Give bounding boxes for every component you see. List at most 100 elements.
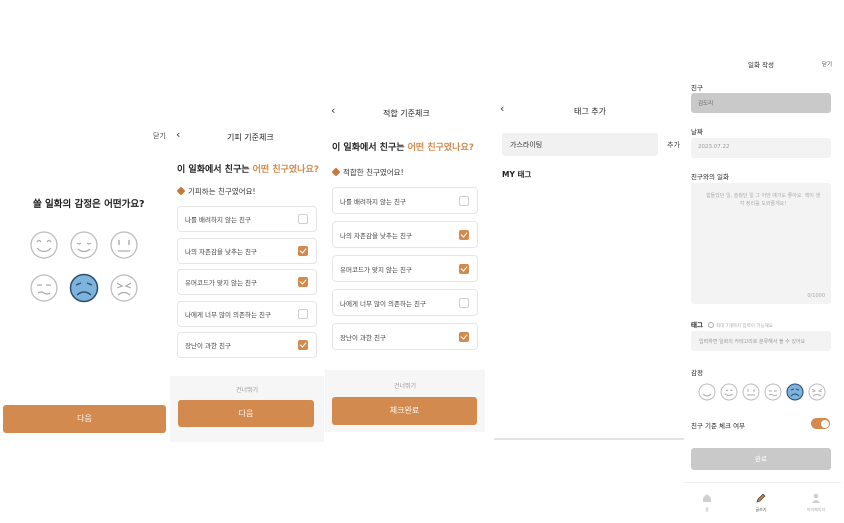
user-icon (812, 493, 820, 503)
story-label: 친구와의 일화 (691, 173, 729, 181)
neutral-face-icon[interactable] (742, 383, 760, 401)
checkbox[interactable] (459, 297, 469, 308)
check-complete-button[interactable]: 체크완료 (332, 397, 477, 425)
add-button[interactable]: 추가 (667, 140, 680, 150)
heart-icon (331, 167, 341, 177)
question-highlight: 어떤 친구였나요? (252, 165, 319, 175)
close-button[interactable]: 닫기 (822, 60, 832, 68)
nav-write[interactable]: 글쓰기 (750, 488, 772, 513)
checkbox[interactable] (459, 331, 469, 342)
skip-link[interactable]: 건너뛰기 (394, 381, 416, 390)
date-value: 2023.07.22 (698, 144, 730, 150)
next-button[interactable]: 다음 (3, 405, 166, 433)
nav-home[interactable]: 홈 (696, 488, 718, 513)
criteria-item-label: 나에게 너무 많이 의존하는 친구 (340, 299, 427, 308)
page-title: 태그 추가 (574, 107, 606, 116)
emotion-question: 쓸 일화의 감정은 어떤가요? (33, 199, 145, 210)
subtitle: 적합한 친구였어요! (331, 167, 404, 178)
avoid-criteria-screen: ‹ 기피 기준체크 이 일화에서 친구는 어떤 친구였나요? 기피하는 친구였어… (170, 122, 324, 442)
criteria-item[interactable]: 나의 자존감을 낮추는 친구 (177, 237, 317, 264)
checkbox[interactable] (459, 229, 469, 240)
checkbox[interactable] (298, 340, 308, 350)
next-button[interactable]: 다음 (178, 400, 314, 427)
tag-add-screen: ‹ 태그 추가 가스라이팅 추가 MY 태그 (494, 98, 684, 440)
submit-button[interactable]: 완료 (691, 448, 831, 470)
close-button[interactable]: 닫기 (153, 131, 166, 141)
fit-criteria-screen: ‹ 적합 기준체크 이 일화에서 친구는 어떤 친구였나요? 적합한 친구였어요… (325, 98, 485, 432)
story-textarea[interactable]: 힘들었던 일, 슬펐던 일 그 어떤 얘기도 좋아요. 핵이 생각 정리를 도와… (691, 183, 831, 304)
page-title: 기피 기준체크 (227, 133, 274, 142)
char-counter: 0/1000 (807, 293, 825, 299)
page-title: 적합 기준체크 (383, 109, 430, 118)
toggle-knob (820, 419, 829, 428)
checkbox[interactable] (459, 263, 469, 274)
criteria-check-toggle[interactable] (811, 418, 830, 429)
emotion-picker (698, 383, 826, 401)
tag-placeholder: 입력하면 일화의 카테고리로 분류해서 볼 수 있어요 (699, 338, 806, 345)
criteria-item[interactable]: 유머코드가 맞지 않는 친구 (177, 269, 317, 295)
date-field[interactable]: 2023.07.22 (691, 138, 831, 158)
tag-field[interactable]: 입력하면 일화의 카테고리로 분류해서 볼 수 있어요 (691, 331, 831, 351)
criteria-item[interactable]: 나의 자존감을 낮추는 친구 (332, 221, 478, 248)
criteria-item-label: 나의 자존감을 낮추는 친구 (340, 231, 412, 240)
criteria-item-label: 나에게 너무 많이 의존하는 친구 (185, 310, 272, 319)
subtitle: 기피하는 친구였어요! (176, 186, 256, 197)
question-text: 이 일화에서 친구는 (332, 143, 408, 153)
criteria-item[interactable]: 나에게 너무 많이 의존하는 친구 (177, 300, 317, 327)
nav-mypage-label: 마이페이지 (806, 507, 826, 512)
criteria-item[interactable]: 나를 배려하지 않는 친구 (177, 206, 317, 232)
subtitle-text: 적합한 친구였어요! (343, 168, 404, 177)
criteria-item[interactable]: 나를 배려하지 않는 친구 (332, 187, 478, 214)
angry-face-icon[interactable] (808, 383, 826, 401)
question-text: 이 일화에서 친구는 (177, 165, 253, 175)
sad-face-icon[interactable] (69, 273, 99, 303)
happy-face-icon[interactable] (30, 231, 58, 259)
friend-field[interactable]: 김도리 (691, 93, 831, 113)
question-highlight: 어떤 친구였나요? (407, 143, 474, 153)
checkbox[interactable] (459, 195, 469, 206)
back-chevron-icon[interactable]: ‹ (500, 102, 504, 115)
question: 이 일화에서 친구는 어떤 친구였나요? (177, 162, 319, 175)
criteria-item[interactable]: 유머코드가 맞지 않는 친구 (332, 255, 478, 282)
back-chevron-icon[interactable]: ‹ (331, 104, 335, 117)
nav-write-label: 글쓰기 (755, 507, 767, 512)
info-icon (708, 322, 715, 328)
checkbox[interactable] (298, 245, 308, 256)
nav-mypage[interactable]: 마이페이지 (802, 488, 830, 513)
nav-home-label: 홈 (705, 507, 709, 512)
checkbox[interactable] (298, 277, 308, 287)
bottom-nav: 홈 글쓰기 마이페이지 (684, 482, 841, 514)
heart-icon (176, 186, 186, 196)
tag-input[interactable]: 가스라이팅 (502, 133, 658, 156)
emotion-screen: 닫기 쓸 일화의 감정은 어떤가요? 다음 (0, 122, 170, 442)
page-title: 일화 작성 (748, 61, 774, 69)
uneasy-face-icon[interactable] (764, 383, 782, 401)
write-story-screen: 일화 작성 닫기 친구 김도리 날짜 2023.07.22 친구와의 일화 힘들… (684, 54, 841, 514)
tag-label-text: 태그 (691, 321, 703, 329)
happy-face-icon[interactable] (698, 383, 716, 401)
criteria-item-label: 장난이 과한 친구 (340, 333, 386, 342)
criteria-item[interactable]: 장난이 과한 친구 (177, 332, 317, 358)
tag-hint: 최대 7개까지 입력이 가능해요 (716, 324, 773, 329)
sad-face-icon[interactable] (786, 383, 804, 401)
home-icon (703, 494, 711, 502)
tag-label: 태그 최대 7개까지 입력이 가능해요 (691, 319, 773, 329)
back-chevron-icon[interactable]: ‹ (176, 128, 180, 141)
subtitle-text: 기피하는 친구였어요! (188, 187, 256, 196)
criteria-item-label: 유머코드가 맞지 않는 친구 (185, 279, 257, 287)
skip-link[interactable]: 건너뛰기 (236, 385, 258, 394)
checkbox[interactable] (298, 214, 308, 224)
neutral-face-icon[interactable] (110, 231, 138, 259)
uneasy-face-icon[interactable] (30, 274, 58, 302)
pencil-icon (756, 493, 766, 503)
content-face-icon[interactable] (720, 383, 738, 401)
criteria-item[interactable]: 장난이 과한 친구 (332, 323, 478, 350)
angry-face-icon[interactable] (110, 274, 138, 302)
criteria-item-label: 유머코드가 맞지 않는 친구 (340, 265, 412, 274)
content-face-icon[interactable] (70, 231, 98, 259)
criteria-item[interactable]: 나에게 너무 많이 의존하는 친구 (332, 289, 478, 316)
criteria-item-label: 나를 배려하지 않는 친구 (185, 216, 251, 224)
story-placeholder: 힘들었던 일, 슬펐던 일 그 어떤 얘기도 좋아요. 핵이 생각 정리를 도와… (705, 193, 821, 207)
checkbox[interactable] (298, 308, 308, 319)
tag-input-value: 가스라이팅 (510, 141, 543, 149)
